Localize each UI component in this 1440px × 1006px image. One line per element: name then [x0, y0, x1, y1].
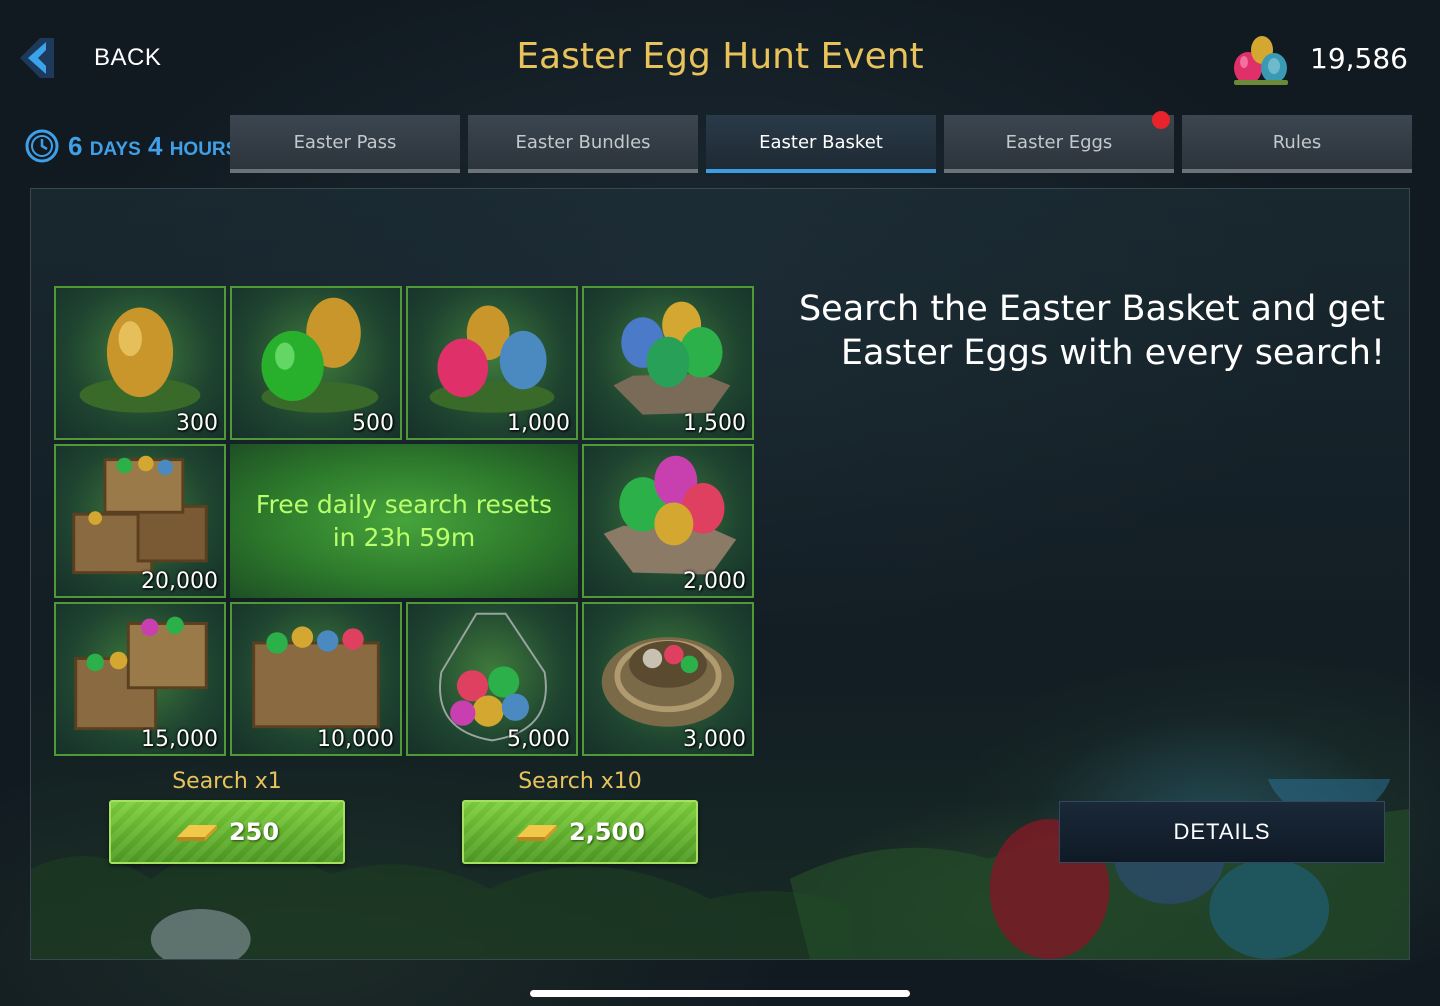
gold-bar-icon — [517, 825, 558, 841]
reward-amount: 300 — [176, 411, 218, 436]
reward-amount: 1,500 — [683, 411, 746, 436]
details-button[interactable]: DETAILS — [1059, 801, 1385, 863]
free-search-panel: Free daily search resets in 23h 59m — [230, 444, 578, 598]
search-x1-cost: 250 — [228, 818, 280, 846]
tab-label: Easter Pass — [293, 131, 397, 153]
search-x10-button[interactable]: 2,500 — [462, 800, 698, 864]
currency-value: 19,586 — [1310, 41, 1408, 75]
currency-counter: 19,586 — [1228, 30, 1408, 86]
tab-rules[interactable]: Rules — [1182, 115, 1412, 173]
reward-cell: 1,500 — [582, 286, 754, 440]
reward-amount: 15,000 — [141, 727, 218, 752]
clock-icon — [25, 129, 59, 163]
description-line-1: Search the Easter Basket and get — [798, 289, 1385, 329]
reward-amount: 2,000 — [683, 569, 746, 594]
tab-label: Easter Bundles — [515, 131, 651, 153]
reward-cell: 1,000 — [406, 286, 578, 440]
event-timer: 6 DAYS 4 HOURS — [24, 128, 238, 164]
reward-grid: 300 500 1,000 1,500 20,000 Free daily se… — [54, 286, 754, 756]
timer-days-value: 6 — [68, 130, 83, 161]
search-x1-label: Search x1 — [172, 769, 282, 794]
reward-cell: 20,000 — [54, 444, 226, 598]
reward-amount: 10,000 — [317, 727, 394, 752]
search-x1-button[interactable]: 250 — [109, 800, 345, 864]
reward-cell: 15,000 — [54, 602, 226, 756]
description-line-2: Easter Eggs with every search! — [840, 333, 1385, 373]
search-x1-group: Search x1 250 — [109, 769, 345, 864]
notification-dot — [1152, 111, 1170, 129]
easter-eggs-icon — [1234, 36, 1289, 85]
timer-days-unit: DAYS — [89, 138, 141, 160]
timer-hours-unit: HOURS — [169, 138, 239, 160]
tab-easter-basket[interactable]: Easter Basket — [706, 115, 936, 173]
event-tabs: Easter Pass Easter Bundles Easter Basket… — [230, 111, 1412, 173]
tab-label: Rules — [1272, 131, 1322, 153]
tab-easter-eggs[interactable]: Easter Eggs — [944, 111, 1174, 173]
reward-amount: 1,000 — [507, 411, 570, 436]
reward-cell: 500 — [230, 286, 402, 440]
tab-label: Easter Eggs — [1005, 131, 1113, 153]
page-title: Easter Egg Hunt Event — [516, 36, 924, 77]
reward-amount: 500 — [352, 411, 394, 436]
tab-easter-pass[interactable]: Easter Pass — [230, 115, 460, 173]
search-x10-group: Search x10 2,500 — [462, 769, 698, 864]
reward-amount: 5,000 — [507, 727, 570, 752]
timer-hours-value: 4 — [147, 130, 163, 161]
reward-cell: 3,000 — [582, 602, 754, 756]
reward-cell: 10,000 — [230, 602, 402, 756]
gold-bar-icon — [176, 825, 217, 841]
reward-amount: 20,000 — [141, 569, 218, 594]
free-search-text: Free daily search resets in 23h 59m — [256, 488, 552, 554]
reward-cell: 5,000 — [406, 602, 578, 756]
home-indicator[interactable] — [530, 990, 910, 997]
search-x10-cost: 2,500 — [569, 818, 645, 846]
easter-basket-panel: 300 500 1,000 1,500 20,000 Free daily se… — [30, 188, 1410, 960]
basket-description: Search the Easter Basket and get Easter … — [785, 287, 1385, 375]
free-search-line-1: Free daily search resets — [255, 490, 553, 519]
timer-text: 6 DAYS 4 HOURS — [68, 131, 238, 162]
tab-easter-bundles[interactable]: Easter Bundles — [468, 115, 698, 173]
reward-cell: 2,000 — [582, 444, 754, 598]
tab-label: Easter Basket — [759, 131, 883, 153]
reward-cell: 300 — [54, 286, 226, 440]
free-search-line-2: in 23h 59m — [332, 523, 476, 552]
reward-amount: 3,000 — [683, 727, 746, 752]
search-x10-label: Search x10 — [518, 769, 642, 794]
